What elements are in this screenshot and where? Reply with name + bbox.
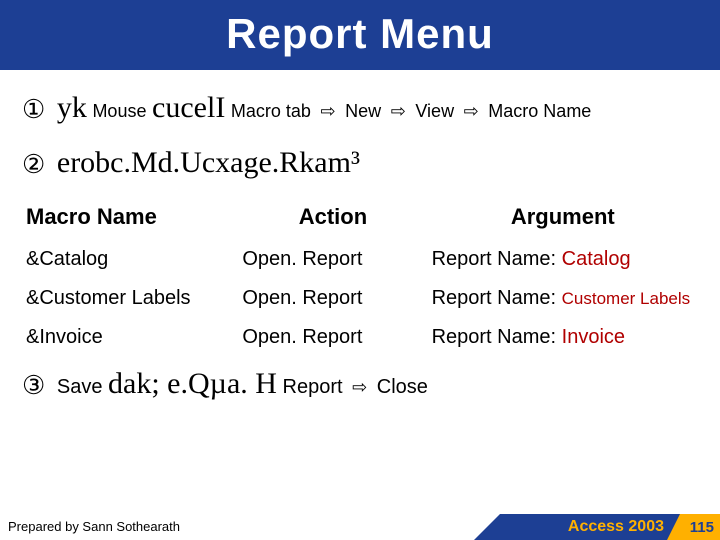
footer-page-number: 115 — [690, 519, 714, 536]
step-3-number: ③ — [22, 371, 45, 400]
cell-action: Open. Report — [238, 279, 427, 318]
cell-argument: Report Name: Customer Labels — [428, 279, 698, 318]
arg-label: Report Name: — [432, 287, 557, 309]
step-2-text: erobc.Md.Ucxage.Rkam³ — [57, 146, 360, 179]
table-header-row: Macro Name Action Argument — [22, 198, 698, 240]
footer: Prepared by Sann Sothearath Access 2003 … — [0, 510, 720, 540]
cell-argument: Report Name: Invoice — [428, 318, 698, 357]
step-1-text-b: Mouse — [92, 101, 146, 121]
cell-argument: Report Name: Catalog — [428, 240, 698, 279]
col-header-macro-name: Macro Name — [22, 198, 238, 240]
arrow-icon: ⇨ — [387, 101, 410, 121]
arrow-icon: ⇨ — [460, 101, 483, 121]
col-header-action: Action — [238, 198, 427, 240]
step-1-text-d: Macro tab — [231, 101, 311, 121]
arg-value: Customer Labels — [562, 289, 691, 308]
cell-action: Open. Report — [238, 318, 427, 357]
step-1-text-c: cucelI — [152, 91, 225, 124]
arrow-icon: ⇨ — [316, 101, 339, 121]
table-row: &Catalog Open. Report Report Name: Catal… — [22, 240, 698, 279]
arg-value: Catalog — [562, 248, 631, 270]
footer-page-badge: 115 — [680, 514, 720, 540]
arrow-icon: ⇨ — [348, 377, 371, 397]
arg-label: Report Name: — [432, 326, 557, 348]
col-header-argument: Argument — [428, 198, 698, 240]
step-2: ② erobc.Md.Ucxage.Rkam³ — [22, 143, 698, 182]
step-3-save: Save — [57, 376, 103, 398]
content-area: ① yk Mouse cucelI Macro tab ⇨ New ⇨ View… — [0, 70, 720, 401]
arg-value: Invoice — [562, 326, 625, 348]
cell-macro-name: &Invoice — [22, 318, 238, 357]
step-1-seq-1: View — [415, 101, 454, 121]
table-row: &Customer Labels Open. Report Report Nam… — [22, 279, 698, 318]
step-3-mid: dak; e.Qµa. H — [108, 367, 277, 400]
footer-prepared-by: Prepared by Sann Sothearath — [8, 519, 180, 534]
cell-action: Open. Report — [238, 240, 427, 279]
arg-label: Report Name: — [432, 248, 557, 270]
macro-table: Macro Name Action Argument &Catalog Open… — [22, 198, 698, 357]
footer-app-name: Access 2003 — [568, 518, 664, 536]
table-row: &Invoice Open. Report Report Name: Invoi… — [22, 318, 698, 357]
cell-macro-name: &Catalog — [22, 240, 238, 279]
step-2-number: ② — [22, 150, 45, 179]
step-1-seq-0: New — [345, 101, 381, 121]
step-3-report: Report — [283, 376, 343, 398]
step-3-close: Close — [377, 376, 428, 398]
slide: Report Menu ① yk Mouse cucelI Macro tab … — [0, 0, 720, 540]
step-1-number: ① — [22, 95, 45, 124]
step-1-text-a: yk — [57, 91, 87, 124]
slide-title: Report Menu — [0, 10, 720, 58]
title-bar: Report Menu — [0, 0, 720, 70]
step-1-seq-2: Macro Name — [488, 101, 591, 121]
cell-macro-name: &Customer Labels — [22, 279, 238, 318]
step-3: ③ Save dak; e.Qµa. H Report ⇨ Close — [22, 367, 698, 401]
step-1: ① yk Mouse cucelI Macro tab ⇨ New ⇨ View… — [22, 88, 698, 127]
